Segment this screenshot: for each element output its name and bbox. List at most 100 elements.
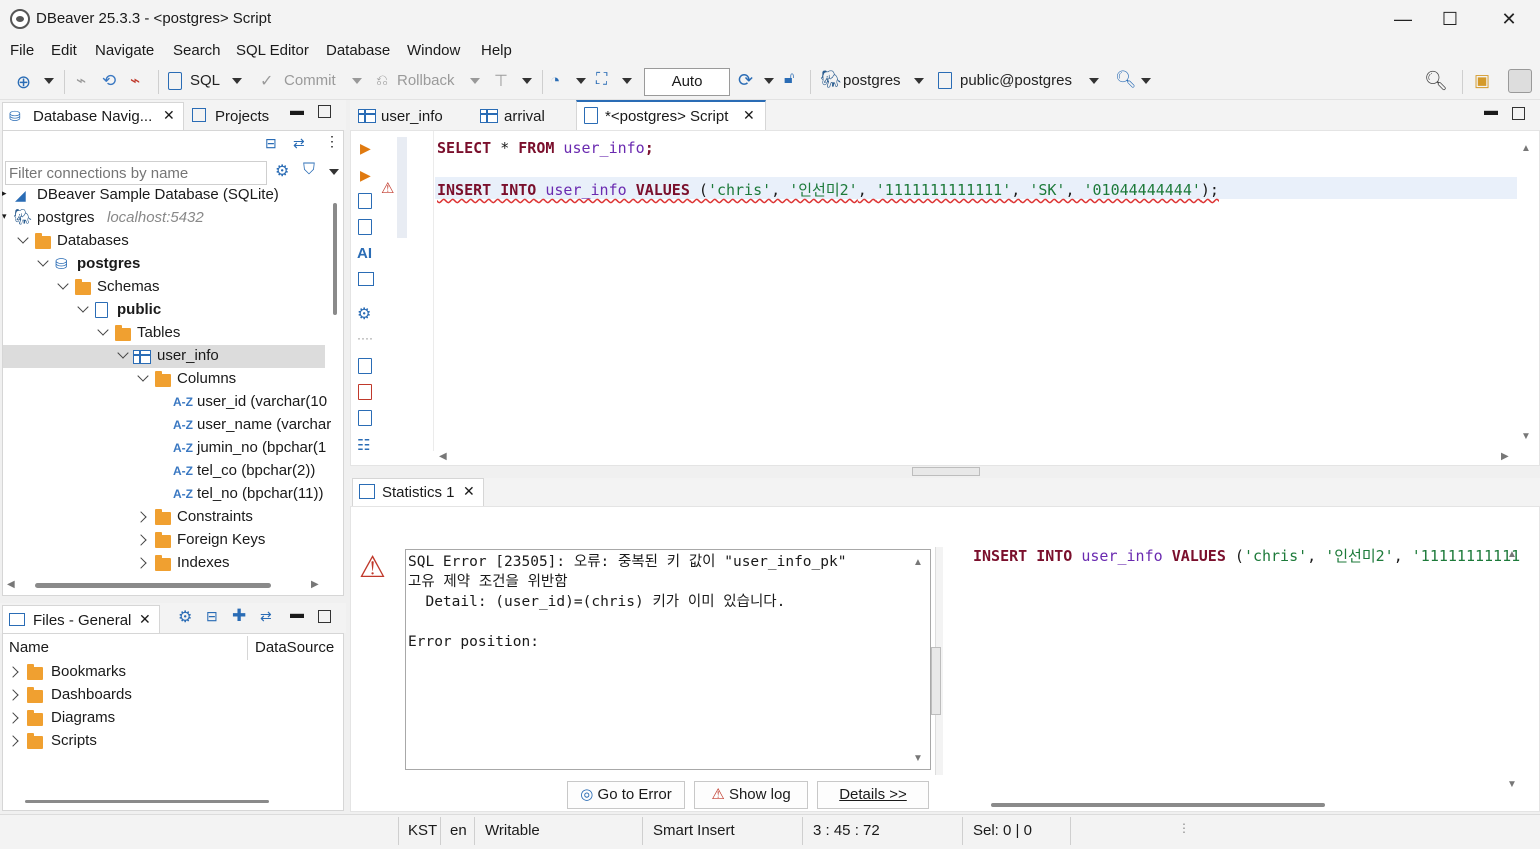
tree-item-column[interactable]: user_id (varchar(10: [197, 393, 327, 410]
list-item-scripts[interactable]: Scripts: [51, 732, 97, 749]
sql-editor-icon[interactable]: [168, 72, 182, 90]
tab-statistics[interactable]: Statistics 1 ✕: [352, 478, 484, 506]
execute-script-icon[interactable]: ▶: [360, 167, 371, 184]
chevron-down-icon[interactable]: [97, 324, 109, 336]
menu-database[interactable]: Database: [326, 42, 390, 59]
commit-dropdown-icon[interactable]: [352, 78, 362, 84]
execute-statement-icon[interactable]: ▶: [360, 140, 371, 157]
close-icon[interactable]: ✕: [743, 107, 755, 124]
dashboard-dropdown-icon[interactable]: [576, 78, 586, 84]
close-icon[interactable]: ✕: [163, 107, 175, 124]
collapse-all-icon[interactable]: ⊟: [265, 135, 277, 152]
chevron-right-icon[interactable]: [7, 735, 19, 747]
minimize-panel-icon[interactable]: ▬: [290, 102, 304, 118]
tree-item-column[interactable]: jumin_no (bpchar(1: [197, 439, 326, 456]
open-perspective-icon[interactable]: ▣: [1474, 71, 1490, 91]
new-connection-icon[interactable]: ⊕: [16, 72, 31, 93]
chevron-right-icon[interactable]: [7, 712, 19, 724]
column-header-datasource[interactable]: DataSource: [255, 639, 334, 656]
go-to-error-button[interactable]: ◎ Go to Error: [567, 781, 685, 809]
sql-dropdown-icon[interactable]: [232, 78, 242, 84]
commit-button[interactable]: Commit: [284, 72, 336, 89]
filter-icon[interactable]: ⛉: [303, 161, 315, 179]
tree-item-public[interactable]: public: [117, 301, 161, 318]
minimize-panel-icon[interactable]: ▬: [290, 605, 304, 621]
tree-item-constraints[interactable]: Constraints: [177, 508, 253, 525]
sql-button[interactable]: SQL: [190, 72, 220, 89]
data-transfer-dropdown-icon[interactable]: [622, 78, 632, 84]
schema-dropdown-icon[interactable]: [1089, 78, 1099, 84]
code-line-1[interactable]: SELECT * FROM user_info;: [437, 139, 654, 157]
scroll-down-icon[interactable]: ▼: [1521, 431, 1531, 442]
history-icon[interactable]: ⟳: [738, 70, 753, 91]
lock-icon[interactable]: 🔓︎: [784, 70, 794, 88]
new-connection-dropdown-icon[interactable]: [44, 78, 54, 84]
export-icon[interactable]: [358, 358, 372, 374]
tab-projects[interactable]: Projects: [215, 108, 269, 125]
transaction-log-icon[interactable]: ⊤: [494, 71, 508, 91]
tree-item-sample-database[interactable]: DBeaver Sample Database (SQLite): [37, 186, 279, 203]
minimize-button[interactable]: —: [1380, 4, 1426, 34]
connection-filter-input[interactable]: [5, 161, 267, 185]
scroll-right-icon[interactable]: ▶: [311, 579, 319, 590]
expand-arrow-icon[interactable]: ▾: [2, 211, 7, 222]
chevron-right-icon[interactable]: [135, 534, 147, 546]
filter-dropdown-icon[interactable]: [329, 169, 339, 175]
dashboard-icon[interactable]: ◔: [550, 71, 560, 91]
filter-settings-icon[interactable]: ⚙: [275, 161, 289, 181]
tab-files-general[interactable]: Files - General ✕: [2, 605, 160, 633]
terminal-icon[interactable]: [358, 272, 374, 286]
disconnect-icon[interactable]: ⌁: [130, 71, 140, 91]
query-preview-text[interactable]: INSERT INTO user_info VALUES ('chris', '…: [973, 545, 1520, 566]
error-log-icon[interactable]: [358, 384, 372, 400]
scroll-up-icon[interactable]: ▲: [1521, 143, 1531, 154]
chevron-right-icon[interactable]: [135, 511, 147, 523]
menu-help[interactable]: Help: [481, 42, 512, 59]
close-icon[interactable]: ✕: [139, 611, 151, 628]
vertical-scrollbar[interactable]: [333, 203, 337, 315]
active-schema-selector[interactable]: public@postgres: [960, 72, 1072, 89]
ai-assistant-icon[interactable]: AI: [357, 245, 372, 262]
close-icon[interactable]: ✕: [463, 483, 475, 500]
splitter-handle[interactable]: [912, 467, 980, 476]
transaction-mode-field[interactable]: Auto: [644, 68, 730, 96]
list-item-diagrams[interactable]: Diagrams: [51, 709, 115, 726]
tree-item-tables[interactable]: Tables: [137, 324, 180, 341]
tree-item-column[interactable]: tel_no (bpchar(11)): [197, 485, 323, 502]
tree-item-databases[interactable]: Databases: [57, 232, 129, 249]
maximize-panel-icon[interactable]: [1512, 107, 1525, 120]
scroll-left-icon[interactable]: ◀: [439, 451, 447, 462]
maximize-button[interactable]: ☐: [1427, 4, 1473, 34]
chevron-right-icon[interactable]: [7, 666, 19, 678]
more-icon[interactable]: ····: [357, 331, 373, 345]
code-line-3[interactable]: INSERT INTO user_info VALUES ('chris', '…: [437, 179, 1219, 200]
horizontal-scrollbar[interactable]: [991, 803, 1325, 807]
search-tool-dropdown-icon[interactable]: [1141, 78, 1151, 84]
maximize-panel-icon[interactable]: [318, 610, 331, 623]
transaction-log-dropdown-icon[interactable]: [522, 78, 532, 84]
link-editor-icon[interactable]: ⇄: [293, 135, 305, 152]
scroll-down-icon[interactable]: ▼: [913, 753, 923, 764]
close-button[interactable]: ✕: [1486, 4, 1532, 34]
horizontal-scrollbar[interactable]: [25, 800, 269, 803]
tab-arrival[interactable]: arrival: [504, 108, 545, 125]
menu-window[interactable]: Window: [407, 42, 460, 59]
collapse-icon[interactable]: ⊟: [206, 608, 218, 625]
tab-database-navigator[interactable]: ⛁ Database Navig... ✕: [2, 102, 184, 130]
minimize-panel-icon[interactable]: ▬: [1484, 102, 1498, 118]
view-menu-icon[interactable]: ⋮: [325, 133, 339, 150]
list-item-dashboards[interactable]: Dashboards: [51, 686, 132, 703]
menu-search[interactable]: Search: [173, 42, 221, 59]
chevron-down-icon[interactable]: [77, 301, 89, 313]
maximize-panel-icon[interactable]: [318, 105, 331, 118]
error-message-box[interactable]: SQL Error [23505]: 오류: 중복된 키 값이 "user_in…: [405, 549, 931, 770]
chevron-down-icon[interactable]: [17, 232, 29, 244]
search-tool-icon[interactable]: 🔍︎: [1115, 70, 1137, 90]
settings-icon[interactable]: ⚙: [178, 607, 192, 627]
menu-file[interactable]: File: [10, 42, 34, 59]
tree-item-indexes[interactable]: Indexes: [177, 554, 230, 571]
scroll-up-icon[interactable]: ▲: [1507, 549, 1517, 560]
menu-sql-editor[interactable]: SQL Editor: [236, 42, 309, 59]
column-header-name[interactable]: Name: [9, 639, 49, 656]
show-log-button[interactable]: ⚠ Show log: [694, 781, 808, 809]
